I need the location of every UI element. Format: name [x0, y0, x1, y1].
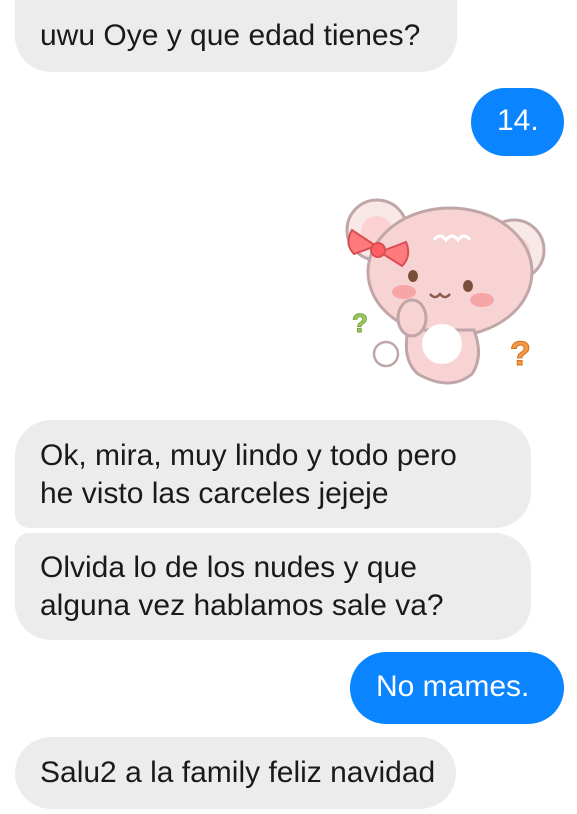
message-text: No mames. — [376, 670, 530, 703]
message-outgoing[interactable]: 14. — [471, 88, 564, 156]
message-incoming[interactable]: Olvida lo de los nudes y que alguna vez … — [15, 533, 531, 640]
message-text-line: he visto las carceles jejeje — [40, 477, 389, 510]
message-incoming[interactable]: uwu Oye y que edad tienes? — [15, 0, 457, 72]
message-text-line: Ok, mira, muy lindo y todo pero — [40, 439, 457, 472]
message-text: 14. — [497, 104, 539, 137]
svg-text:?: ? — [352, 308, 368, 338]
message-text: Salu2 a la family feliz navidad — [40, 756, 436, 789]
message-text-line: alguna vez hablamos sale va? — [40, 589, 444, 622]
chat-thread: uwu Oye y que edad tienes? 14. ? ? Ok, m… — [0, 0, 577, 814]
message-incoming[interactable]: Ok, mira, muy lindo y todo pero he visto… — [15, 420, 531, 528]
message-text: uwu Oye y que edad tienes? — [40, 19, 421, 52]
svg-text:?: ? — [510, 335, 531, 373]
bear-with-bow-sticker-icon[interactable]: ? ? — [330, 190, 560, 390]
message-incoming[interactable]: Salu2 a la family feliz navidad — [15, 737, 456, 809]
message-text-line: Olvida lo de los nudes y que — [40, 551, 417, 584]
message-outgoing[interactable]: No mames. — [350, 652, 564, 724]
